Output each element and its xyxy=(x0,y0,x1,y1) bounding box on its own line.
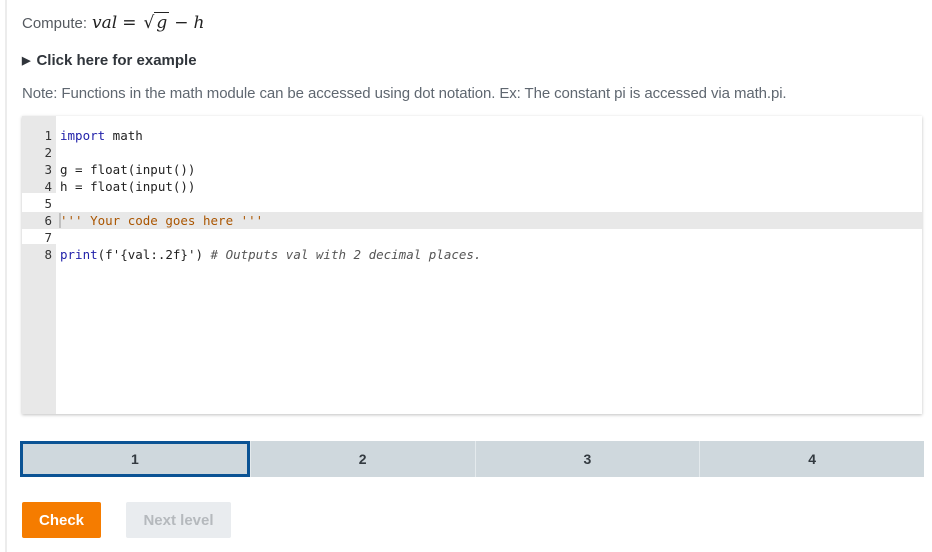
prompt: Compute: val = √ g − h xyxy=(22,12,205,33)
line-number: 8 xyxy=(44,247,52,262)
level-tab-1[interactable]: 1 xyxy=(20,441,250,477)
level-tab-3[interactable]: 3 xyxy=(474,441,700,477)
formula: val = √ g − h xyxy=(92,12,205,33)
example-toggle[interactable]: ▶ Click here for example xyxy=(22,52,197,69)
line-number: 2 xyxy=(44,145,52,160)
check-button[interactable]: Check xyxy=(22,502,101,538)
code-token: g = float(input()) xyxy=(60,162,196,177)
code-keyword: print xyxy=(60,247,98,262)
line-number: 1 xyxy=(44,128,52,143)
code-line[interactable]: 1 import math xyxy=(22,127,922,144)
code-lines[interactable]: 1 import math 2 3 g = float(input()) 4 h = flo… xyxy=(22,127,922,263)
line-number: 5 xyxy=(44,196,52,211)
next-level-button[interactable]: Next level xyxy=(126,502,231,538)
line-number: 4 xyxy=(44,179,52,194)
code-text: ''' Your code goes here ''' xyxy=(60,212,263,229)
formula-minus: − xyxy=(174,13,189,33)
sqrt-symbol: √ xyxy=(143,13,155,33)
code-line[interactable]: 3 g = float(input()) xyxy=(22,161,922,178)
code-line[interactable]: 8 print(f'{val:.2f}') # Outputs val with … xyxy=(22,246,922,263)
code-text: import math xyxy=(60,127,143,144)
code-token: (f'{val:.2f}') xyxy=(97,247,211,262)
line-number: 6 xyxy=(44,213,52,228)
code-text: g = float(input()) xyxy=(60,161,195,178)
formula-lhs: val xyxy=(92,13,118,33)
code-line[interactable]: 4 h = float(input()) xyxy=(22,178,922,195)
code-editor[interactable]: 1 import math 2 3 g = float(input()) 4 h = flo… xyxy=(22,116,922,414)
level-tabs: 1234 xyxy=(20,441,924,477)
note-text: Note: Functions in the math module can b… xyxy=(22,85,787,102)
code-comment: # Outputs val with 2 decimal places. xyxy=(210,247,482,262)
formula-rhs: h xyxy=(193,13,205,33)
line-number: 3 xyxy=(44,162,52,177)
code-line[interactable]: 6 ''' Your code goes here ''' xyxy=(22,212,922,229)
code-line[interactable]: 2 xyxy=(22,144,922,161)
code-text: print(f'{val:.2f}') # Outputs val with 2… xyxy=(60,246,481,263)
triangle-right-icon: ▶ xyxy=(22,55,31,67)
code-text: h = float(input()) xyxy=(60,178,195,195)
code-token: math xyxy=(105,128,143,143)
level-tab-2[interactable]: 2 xyxy=(249,441,475,477)
formula-radicand: g xyxy=(154,12,170,33)
level-tab-4[interactable]: 4 xyxy=(699,441,924,477)
line-number: 7 xyxy=(44,230,52,245)
code-keyword: import xyxy=(60,128,106,143)
code-token: h = float(input()) xyxy=(60,179,196,194)
code-line[interactable]: 5 xyxy=(22,195,922,212)
example-toggle-label: Click here for example xyxy=(36,52,197,69)
code-line[interactable]: 7 xyxy=(22,229,922,246)
left-border xyxy=(5,0,7,552)
formula-equals: = xyxy=(122,13,137,33)
prompt-label: Compute: xyxy=(22,15,88,32)
code-string: ''' Your code goes here ''' xyxy=(60,213,264,228)
